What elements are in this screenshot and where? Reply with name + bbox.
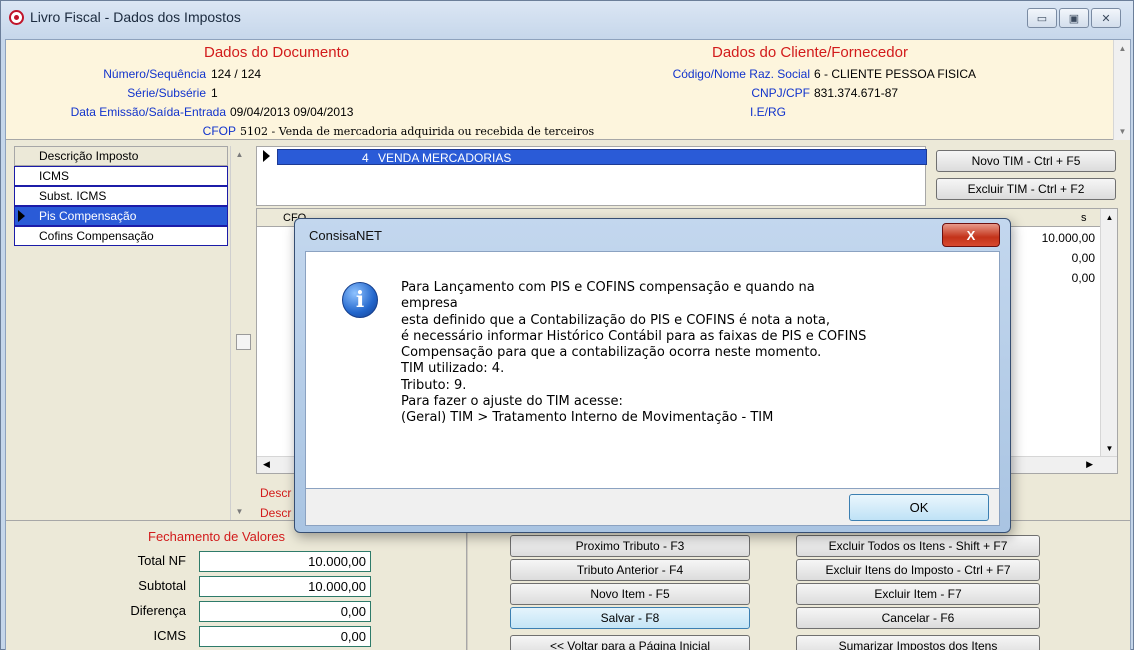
title-bar: Livro Fiscal - Dados dos Impostos ▭ ▣ ✕ [1,1,1133,33]
message-line: empresa [401,296,458,312]
list-item-pis-compensacao[interactable]: Pis Compensação [14,206,228,226]
grid-cell-value-2: 0,00 [1071,251,1095,265]
salvar-button[interactable]: Salvar - F8 [510,607,750,629]
excluir-itens-imposto-button[interactable]: Excluir Itens do Imposto - Ctrl + F7 [796,559,1040,581]
serie-label: Série/Subsérie [127,86,206,100]
panel-divider [466,521,468,650]
scroll-down-icon[interactable]: ▼ [231,503,248,520]
dialog-body: i Para Lançamento com PIS e COFINS compe… [305,251,1000,489]
message-line: Compensação para que a contabilização oc… [401,345,822,361]
doc-section-title: Dados do Documento [204,44,350,61]
scroll-up-icon[interactable]: ▲ [1114,40,1131,57]
grid-vscrollbar[interactable]: ▲ ▼ [1100,209,1117,457]
desc-row-1: Descr [260,486,292,500]
total-nf-label: Total NF [137,553,186,568]
maximize-icon[interactable]: ▣ [1059,8,1089,28]
subtotal-field[interactable]: 10.000,00 [199,576,371,597]
diferenca-label: Diferença [130,603,186,618]
window-title: Livro Fiscal - Dados dos Impostos [30,9,241,25]
row-pointer-icon [18,210,25,222]
grid-cell-value-1: 10.000,00 [1041,231,1095,245]
grid-cell-value-3: 0,00 [1071,271,1095,285]
message-line: (Geral) TIM > Tratamento Interno de Movi… [401,410,774,426]
info-icon: i [342,282,378,318]
codigo-value: 6 - CLIENTE PESSOA FISICA [814,67,977,81]
tim-number: 4 [362,151,369,165]
tim-row[interactable]: 4 VENDA MERCADORIAS [277,149,927,165]
list-item-cofins-compensacao[interactable]: Cofins Compensação [14,226,228,246]
scroll-down-icon[interactable]: ▼ [1114,123,1131,140]
message-dialog: ConsisaNET X i Para Lançamento com PIS e… [294,218,1011,533]
header-scrollbar[interactable]: ▲ ▼ [1113,40,1130,140]
voltar-button[interactable]: << Voltar para a Página Inicial [510,635,750,650]
icms-label: ICMS [153,628,187,643]
tim-description: VENDA MERCADORIAS [378,151,512,165]
list-item-label: Pis Compensação [39,209,137,223]
row-pointer-icon [263,150,270,162]
cnpj-label: CNPJ/CPF [751,86,810,100]
codigo-label: Código/Nome Raz. Social [672,67,810,81]
close-icon[interactable]: ✕ [1091,8,1121,28]
excluir-tim-button[interactable]: Excluir TIM - Ctrl + F2 [936,178,1116,200]
scroll-right-icon[interactable]: ▶ [1086,459,1093,470]
icms-field[interactable]: 0,00 [199,626,371,647]
dialog-message: Para Lançamento com PIS e COFINS compens… [401,280,971,427]
data-label: Data Emissão/Saída-Entrada [70,105,226,119]
scroll-down-icon[interactable]: ▼ [1101,440,1118,457]
diferenca-field[interactable]: 0,00 [199,601,371,622]
scroll-left-icon[interactable]: ◀ [263,459,270,470]
grid-col-last: s [1081,212,1087,224]
tributo-anterior-button[interactable]: Tributo Anterior - F4 [510,559,750,581]
document-header: Dados do Documento Dados do Cliente/Forn… [6,40,1130,140]
cancelar-button[interactable]: Cancelar - F6 [796,607,1040,629]
message-line: Tributo: 9. [401,377,467,393]
bottom-panel: Fechamento de Valores Total NF 10.000,00… [6,520,1130,650]
cfop-label: CFOP [202,124,236,138]
dialog-close-icon[interactable]: X [942,223,1000,247]
excluir-todos-button[interactable]: Excluir Todos os Itens - Shift + F7 [796,535,1040,557]
list-scrollbar[interactable]: ▲ ▼ [230,146,254,520]
message-line: é necessário informar Histórico Contábil… [401,328,867,344]
total-nf-field[interactable]: 10.000,00 [199,551,371,572]
app-logo-icon [9,9,24,25]
data-value: 09/04/2013 09/04/2013 [230,105,354,119]
proximo-tributo-button[interactable]: Proximo Tributo - F3 [510,535,750,557]
message-line: esta definido que a Contabilização do PI… [401,312,830,328]
dialog-footer: OK [305,489,1000,526]
message-line: TIM utilizado: 4. [401,361,505,377]
minimize-icon[interactable]: ▭ [1027,8,1057,28]
list-header: Descrição Imposto [14,146,228,166]
scroll-up-icon[interactable]: ▲ [1101,209,1118,226]
impostos-list: Descrição Imposto ICMS Subst. ICMS Pis C… [14,146,254,520]
scroll-thumb[interactable] [236,334,251,350]
sumarizar-button[interactable]: Sumarizar Impostos dos Itens [796,635,1040,650]
dialog-title: ConsisaNET [309,228,382,243]
client-section-title: Dados do Cliente/Fornecedor [712,44,908,61]
list-item-icms[interactable]: ICMS [14,166,228,186]
desc-row-2: Descr [260,506,292,520]
list-item-subst-icms[interactable]: Subst. ICMS [14,186,228,206]
message-line: Para Lançamento com PIS e COFINS compens… [401,280,815,295]
serie-value: 1 [211,86,218,100]
ok-button[interactable]: OK [849,494,989,521]
ie-label: I.E/RG [749,105,786,119]
scroll-up-icon[interactable]: ▲ [231,146,248,163]
numero-value: 124 / 124 [211,67,262,81]
tim-panel: 4 VENDA MERCADORIAS [256,146,927,206]
fechamento-title: Fechamento de Valores [148,529,286,544]
message-line: Para fazer o ajuste do TIM acesse: [401,394,623,410]
cnpj-value: 831.374.671-87 [814,86,899,100]
novo-item-button[interactable]: Novo Item - F5 [510,583,750,605]
main-window: Livro Fiscal - Dados dos Impostos ▭ ▣ ✕ … [0,0,1134,650]
cfop-value: 5102 - Venda de mercadoria adquirida ou … [240,125,595,138]
excluir-item-button[interactable]: Excluir Item - F7 [796,583,1040,605]
novo-tim-button[interactable]: Novo TIM - Ctrl + F5 [936,150,1116,172]
subtotal-label: Subtotal [138,578,186,593]
numero-label: Número/Sequência [103,67,206,81]
